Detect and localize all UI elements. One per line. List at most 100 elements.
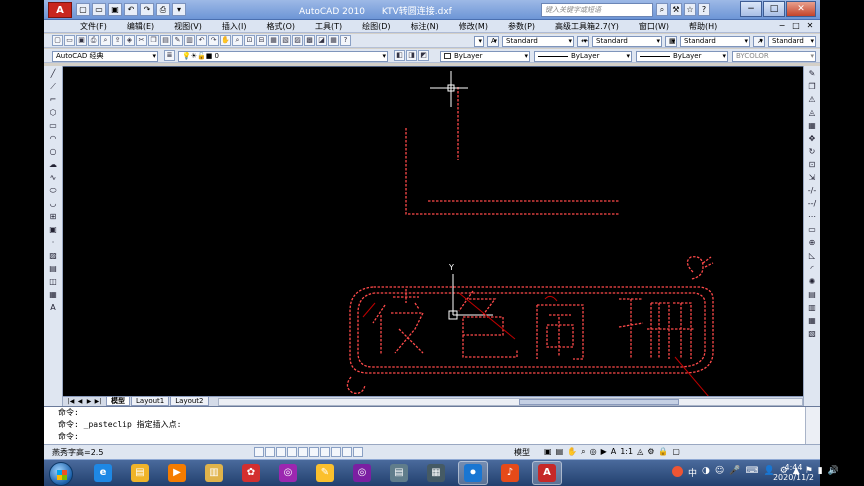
search-icon[interactable]: ⌕ — [656, 3, 668, 16]
swirl-app-icon[interactable]: ◎ — [273, 461, 303, 485]
plotstyle-dropdown[interactable]: BYCOLOR — [732, 51, 816, 62]
plaque-text-shan[interactable] — [618, 298, 709, 396]
tools-icon[interactable]: ⚒ — [670, 3, 682, 16]
plaque-text-se[interactable] — [458, 290, 518, 358]
insert-block-icon[interactable]: ⊞ — [47, 211, 60, 222]
quick-view-layouts-icon[interactable]: ▣ — [544, 447, 552, 457]
spline-icon[interactable]: ∿ — [47, 172, 60, 183]
linetype-dropdown[interactable]: ByLayer — [534, 51, 632, 62]
tab-layout-1[interactable]: Layout1 — [131, 397, 170, 406]
last-tab-icon[interactable]: ▶| — [94, 398, 102, 405]
cut-icon[interactable]: ✂ — [136, 35, 147, 46]
showmotion-icon[interactable]: ▶ — [601, 447, 607, 457]
text-style-icon[interactable] — [474, 36, 484, 47]
erase-icon[interactable]: ✎ — [806, 68, 818, 79]
point-icon[interactable]: · — [47, 237, 60, 248]
maximize-button[interactable]: □ — [763, 1, 785, 17]
emoji-icon[interactable]: ☺ — [715, 466, 724, 479]
video-app-icon[interactable]: ▦ — [421, 461, 451, 485]
swirl-app-2-icon[interactable]: ◎ — [347, 461, 377, 485]
properties-icon[interactable]: ▦ — [268, 35, 279, 46]
break-icon[interactable]: ▭ — [806, 224, 818, 235]
voice-icon[interactable]: 🎤 — [729, 466, 740, 479]
command-window[interactable]: 命令: 命令: _pasteclip 指定插入点: 命令: — [44, 406, 820, 445]
lwt-toggle[interactable] — [342, 447, 352, 457]
snap-toggle[interactable] — [254, 447, 264, 457]
mleader-style-dropdown[interactable]: Standard — [768, 36, 816, 47]
layer-tool-4-icon[interactable]: ▧ — [806, 328, 818, 339]
plaque-text-ye[interactable] — [362, 289, 425, 355]
publish-icon[interactable]: ⇪ — [112, 35, 123, 46]
keyboard-icon[interactable]: ⌨ — [745, 466, 758, 479]
layer-tool-3-icon[interactable]: ▦ — [806, 315, 818, 326]
scale-icon[interactable]: ⊡ — [806, 159, 818, 170]
menu-item-11[interactable]: 窗口(W) — [639, 20, 669, 32]
ducs-toggle[interactable] — [320, 447, 330, 457]
trim-icon[interactable]: -/- — [806, 185, 818, 196]
dropdown-icon[interactable]: ▾ — [172, 3, 186, 16]
layer-tool-1-icon[interactable]: ▤ — [806, 289, 818, 300]
clean-screen-icon[interactable]: ▢ — [672, 447, 680, 457]
zoom-icon[interactable]: ⌕ — [581, 447, 585, 457]
plaque-inner-frame[interactable] — [357, 292, 706, 368]
table-style-icon[interactable]: ▦ — [665, 36, 677, 47]
qp-toggle[interactable] — [353, 447, 363, 457]
menu-item-4[interactable]: 格式(O) — [266, 20, 295, 32]
rectangle-icon[interactable]: ▭ — [47, 120, 60, 131]
sogou-icon[interactable] — [672, 466, 683, 477]
osnap-toggle[interactable] — [298, 447, 308, 457]
annotation-scale[interactable]: 1:1 — [620, 447, 633, 457]
arc-icon[interactable]: ◠ — [47, 133, 60, 144]
menu-item-5[interactable]: 工具(T) — [315, 20, 342, 32]
3dwf-icon[interactable]: ◈ — [124, 35, 135, 46]
new-icon[interactable]: ▢ — [76, 3, 90, 16]
designcenter-icon[interactable]: ▧ — [280, 35, 291, 46]
dyn-toggle[interactable] — [331, 447, 341, 457]
menu-item-10[interactable]: 高级工具箱2.7(Y) — [555, 20, 619, 32]
folder-icon[interactable]: ▥ — [199, 461, 229, 485]
zoom-previous-icon[interactable]: ⊟ — [256, 35, 267, 46]
help-icon[interactable]: ? — [698, 3, 710, 16]
recorder-icon[interactable]: ⏺ — [458, 461, 488, 485]
table-icon[interactable]: ▦ — [47, 289, 60, 300]
menu-item-3[interactable]: 插入(I) — [222, 20, 247, 32]
app-colorful-icon[interactable]: ✿ — [236, 461, 266, 485]
plot-icon[interactable]: ⎙ — [88, 35, 99, 46]
lineweight-dropdown[interactable]: ByLayer — [636, 51, 728, 62]
blockeditor-icon[interactable]: ▥ — [184, 35, 195, 46]
explode-icon[interactable]: ✺ — [806, 276, 818, 287]
ime-indicator[interactable]: 中 — [688, 466, 697, 479]
stretch-icon[interactable]: ⇲ — [806, 172, 818, 183]
command-scrollbar[interactable] — [805, 407, 820, 445]
lock-icon[interactable]: 🔒 — [658, 447, 668, 457]
corner-scroll-top-right[interactable] — [686, 256, 714, 280]
model-space-canvas[interactable]: .red { stroke: #ff4a4a; stroke-width: 1.… — [63, 66, 803, 396]
chamfer-icon[interactable]: ◺ — [806, 250, 818, 261]
qnew-icon[interactable]: ▢ — [52, 35, 63, 46]
zoom-window-icon[interactable]: ⊡ — [244, 35, 255, 46]
notes-app-icon[interactable]: ✎ — [310, 461, 340, 485]
layer-properties-icon[interactable]: ≣ — [164, 50, 175, 61]
menu-item-6[interactable]: 绘图(D) — [362, 20, 390, 32]
ellipse-icon[interactable]: ⬭ — [47, 185, 60, 196]
music-app-icon[interactable]: ♪ — [495, 461, 525, 485]
line-icon[interactable]: ╱ — [47, 68, 60, 79]
table-style-dropdown[interactable]: Standard — [680, 36, 750, 47]
menu-item-9[interactable]: 参数(P) — [508, 20, 535, 32]
star-icon[interactable]: ☆ — [684, 3, 696, 16]
calculator-icon[interactable]: ▦ — [328, 35, 339, 46]
join-icon[interactable]: ⊕ — [806, 237, 818, 248]
paste-icon[interactable]: ▤ — [160, 35, 171, 46]
hatch-icon[interactable]: ▨ — [47, 250, 60, 261]
annotation-scale-icon[interactable]: A — [611, 447, 616, 457]
workspace-switch-icon[interactable]: ⚙ — [647, 447, 654, 457]
make-current-icon[interactable]: ◧ — [394, 50, 405, 61]
text-style-button-icon[interactable]: A — [487, 36, 499, 47]
ortho-toggle[interactable] — [276, 447, 286, 457]
break-point-icon[interactable]: ⋯ — [806, 211, 818, 222]
explorer-icon[interactable]: ▤ — [125, 461, 155, 485]
sheetset-icon[interactable]: ▩ — [304, 35, 315, 46]
markup-icon[interactable]: ◪ — [316, 35, 327, 46]
open-icon[interactable]: ▭ — [92, 3, 106, 16]
otrack-toggle[interactable] — [309, 447, 319, 457]
